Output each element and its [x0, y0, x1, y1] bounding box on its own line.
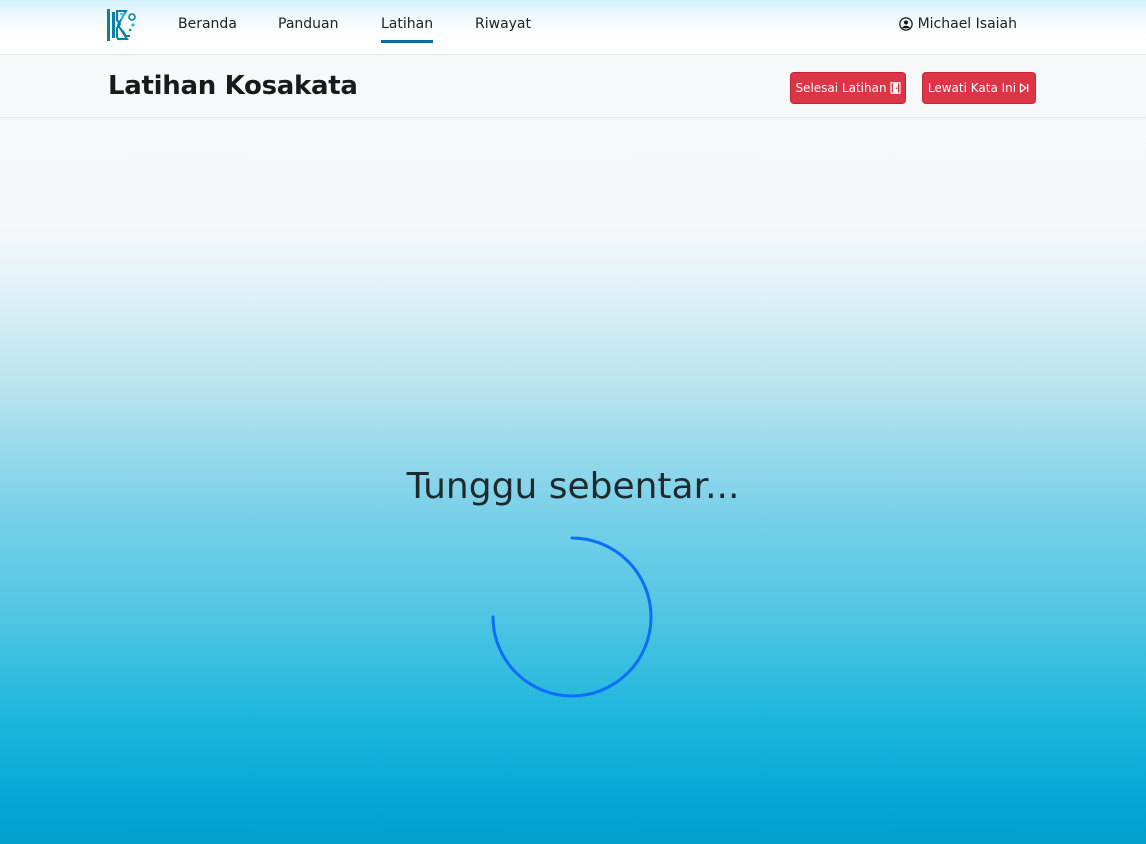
finish-practice-button[interactable]: Selesai Latihan: [790, 72, 906, 104]
top-navbar: Beranda Panduan Latihan Riwayat Michael …: [0, 0, 1146, 55]
door-exit-icon: [889, 82, 901, 94]
user-menu[interactable]: Michael Isaiah: [898, 16, 1017, 32]
user-name: Michael Isaiah: [917, 16, 1017, 32]
loading-message: Tunggu sebentar...: [406, 466, 740, 507]
nav-item-latihan[interactable]: Latihan: [381, 16, 434, 43]
skip-forward-icon: [1020, 83, 1029, 93]
skip-word-label: Lewati Kata Ini: [927, 81, 1017, 95]
user-circle-icon: [898, 17, 913, 31]
nav-item-beranda[interactable]: Beranda: [178, 16, 237, 32]
page-header: Latihan Kosakata Selesai Latihan Lewati …: [0, 55, 1146, 118]
finish-practice-label: Selesai Latihan: [795, 81, 887, 95]
page-title: Latihan Kosakata: [108, 71, 358, 101]
loading-spinner-icon: [491, 536, 653, 698]
skip-word-button[interactable]: Lewati Kata Ini: [922, 72, 1036, 104]
k-logo-icon[interactable]: [106, 8, 138, 42]
nav-item-panduan[interactable]: Panduan: [278, 16, 338, 32]
nav-item-riwayat[interactable]: Riwayat: [475, 16, 531, 32]
